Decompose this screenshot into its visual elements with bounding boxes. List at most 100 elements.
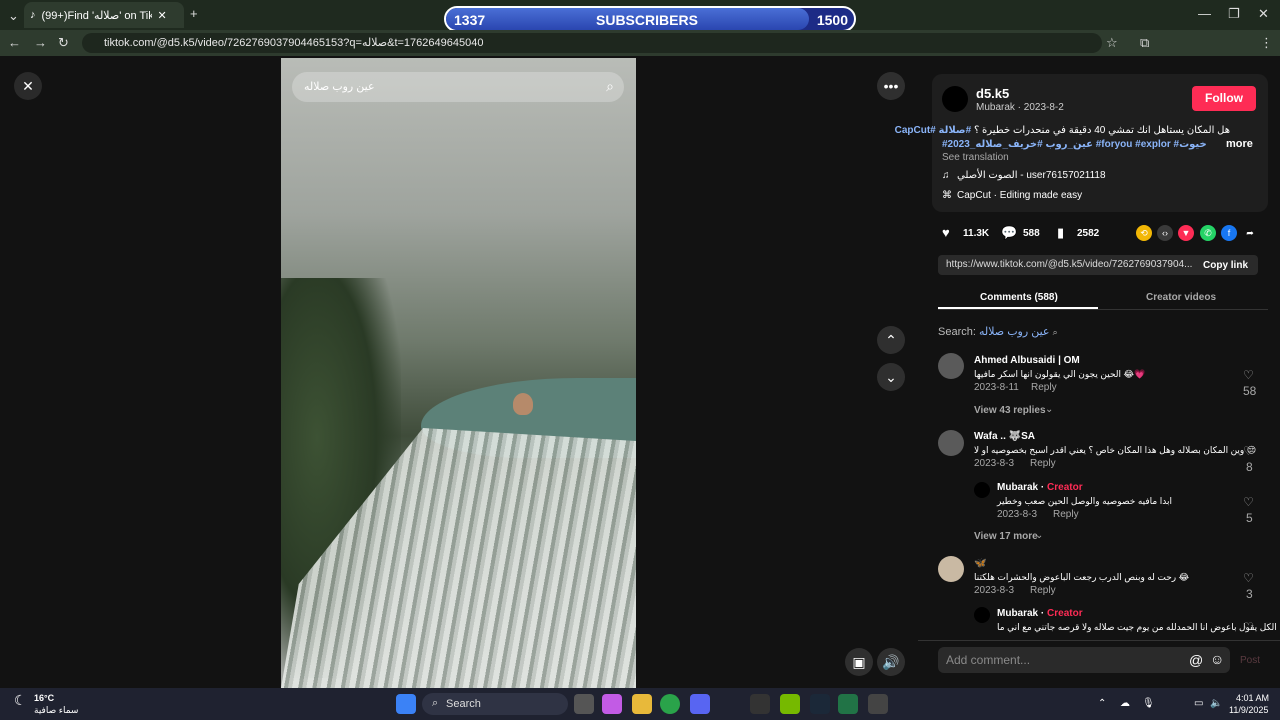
music-label[interactable]: الصوت الأصلي - user76157021118 xyxy=(957,170,1106,181)
tab-comments[interactable]: Comments (588) xyxy=(980,292,1058,303)
close-window-icon[interactable]: ✕ xyxy=(1258,6,1269,22)
obs-icon[interactable] xyxy=(868,694,888,714)
subscriber-label: SUBSCRIBERS xyxy=(596,12,698,28)
send-to-friends-icon[interactable]: ▼ xyxy=(1178,225,1194,241)
file-explorer-icon[interactable] xyxy=(632,694,652,714)
comment-author[interactable]: 🦋 xyxy=(974,558,986,569)
comment-like-icon[interactable]: ♡ xyxy=(1243,571,1254,585)
avatar[interactable] xyxy=(938,353,964,379)
taskbar-search[interactable]: ⌕ Search xyxy=(422,693,568,715)
caption-hashtags[interactable]: #صلالة #CapCut xyxy=(895,125,972,136)
comment-text: وين المكان بصلاله وهل هذا المكان خاص ؟ ي… xyxy=(974,445,1257,455)
avatar[interactable] xyxy=(942,86,968,112)
bookmark-icon[interactable]: ▮ xyxy=(1057,225,1064,241)
reply-button[interactable]: Reply xyxy=(1030,585,1056,596)
emoji-icon[interactable]: ☺ xyxy=(1210,651,1224,667)
video-player[interactable] xyxy=(281,58,636,688)
comment-author[interactable]: Wafa .. 🐺SA xyxy=(974,431,1035,442)
repost-icon[interactable]: ⟲ xyxy=(1136,225,1152,241)
caption-more-link[interactable]: more xyxy=(1226,138,1253,150)
chrome-icon[interactable] xyxy=(660,694,680,714)
creator-badge: Creator xyxy=(1047,608,1083,619)
next-video-icon[interactable]: ⌄ xyxy=(877,363,905,391)
reply-author[interactable]: Mubarak · Creator xyxy=(997,608,1083,619)
caption-line1: هل المكان يستاهل انك تمشي 40 دقيقة في من… xyxy=(895,125,1230,136)
avatar[interactable] xyxy=(974,482,990,498)
avatar[interactable] xyxy=(938,430,964,456)
avatar[interactable] xyxy=(938,556,964,582)
search-icon[interactable]: ⌕ xyxy=(606,78,614,95)
copy-link-button[interactable]: Copy link xyxy=(1203,260,1248,271)
nvidia-icon[interactable] xyxy=(780,694,800,714)
clock-date[interactable]: 11/9/2025 xyxy=(1229,705,1268,715)
picture-in-picture-icon[interactable]: ▣ xyxy=(845,648,873,676)
weather-icon[interactable]: ☾ xyxy=(14,692,27,709)
tab-list-icon[interactable]: ⌄ xyxy=(8,8,19,24)
microphone-icon[interactable]: 🎙 xyxy=(1142,698,1155,709)
share-link-url[interactable]: https://www.tiktok.com/@d5.k5/video/7262… xyxy=(946,259,1192,270)
reply-button[interactable]: Reply xyxy=(1053,509,1079,520)
copilot-icon[interactable] xyxy=(602,694,622,714)
maximize-icon[interactable]: ❐ xyxy=(1228,6,1240,22)
comment-like-icon[interactable]: ♡ xyxy=(1243,495,1254,509)
new-tab-icon[interactable]: + xyxy=(190,6,198,21)
close-tab-icon[interactable]: ✕ xyxy=(158,9,167,22)
follow-button[interactable]: Follow xyxy=(1192,86,1256,111)
comment-like-count: 58 xyxy=(1243,384,1257,398)
excel-icon[interactable] xyxy=(838,694,858,714)
reply-button[interactable]: Reply xyxy=(1030,458,1056,469)
comment-input[interactable]: Add comment... xyxy=(938,647,1230,673)
view-replies-button[interactable]: View 43 replies xyxy=(974,405,1046,416)
avatar[interactable] xyxy=(974,607,990,623)
reply-author[interactable]: Mubarak · Creator xyxy=(997,482,1083,493)
tab-creator-videos[interactable]: Creator videos xyxy=(1146,292,1216,303)
clock-time[interactable]: 4:01 AM xyxy=(1236,693,1269,703)
capcut-label[interactable]: CapCut · Editing made easy xyxy=(957,190,1082,201)
more-options-icon[interactable]: ••• xyxy=(877,72,905,100)
caption-hashtags-line2[interactable]: #2023_عين_روب #خريف_صلاله #foryou #explo… xyxy=(942,139,1206,150)
windows-start-icon[interactable] xyxy=(396,694,416,714)
username[interactable]: d5.k5 xyxy=(976,86,1009,101)
mention-icon[interactable]: @ xyxy=(1189,652,1203,668)
minimize-icon[interactable]: — xyxy=(1198,6,1211,21)
comment-author[interactable]: Ahmed Albusaidi | OM xyxy=(974,355,1080,366)
extensions-icon[interactable]: ⧉ xyxy=(1140,35,1149,51)
search-hint-query[interactable]: عين روب صلاله xyxy=(979,326,1050,338)
embed-icon[interactable]: ‹› xyxy=(1157,225,1173,241)
volume-icon[interactable]: 🔊 xyxy=(877,648,905,676)
forward-icon[interactable]: → xyxy=(34,35,47,50)
view-more-replies-button[interactable]: View 17 more xyxy=(974,531,1038,542)
network-icon[interactable]: ▭ xyxy=(1194,698,1203,709)
show-hidden-icons-icon[interactable]: ⌃ xyxy=(1098,698,1106,709)
task-view-icon[interactable] xyxy=(574,694,594,714)
comment-like-icon[interactable]: ♡ xyxy=(1243,368,1254,382)
cloud-icon[interactable]: ☁ xyxy=(1120,698,1130,709)
previous-video-icon[interactable]: ⌃ xyxy=(877,326,905,354)
menu-dots-icon[interactable]: ⋮ xyxy=(1260,35,1273,51)
whatsapp-icon[interactable]: ✆ xyxy=(1200,225,1216,241)
comment-like-icon[interactable]: ♡ xyxy=(1243,444,1254,458)
comment-like-icon[interactable]: ♡ xyxy=(1243,620,1254,634)
facebook-icon[interactable]: f xyxy=(1221,225,1237,241)
browser-tab[interactable]: ♪ (99+)Find 'صلاله' on TikTok: ✕ xyxy=(24,2,184,28)
share-icon[interactable]: ➦ xyxy=(1242,225,1258,241)
bookmark-star-icon[interactable]: ☆ xyxy=(1106,35,1118,51)
back-icon[interactable]: ← xyxy=(8,35,21,50)
close-video-icon[interactable]: ✕ xyxy=(14,72,42,100)
caption-text: هل المكان يستاهل انك تمشي 40 دقيقة في من… xyxy=(973,125,1230,136)
heart-icon[interactable]: ♥ xyxy=(942,225,950,240)
post-comment-button[interactable]: Post xyxy=(1240,655,1260,666)
app-icon[interactable] xyxy=(750,694,770,714)
subscriber-progress-bar: 1337 SUBSCRIBERS 1500 xyxy=(444,6,856,32)
steam-icon[interactable] xyxy=(810,694,830,714)
comment-icon[interactable]: 💬 xyxy=(1001,225,1017,241)
discord-icon[interactable] xyxy=(690,694,710,714)
reload-icon[interactable]: ↻ xyxy=(58,35,69,51)
see-translation-link[interactable]: See translation xyxy=(942,152,1009,163)
speaker-icon[interactable]: 🔈 xyxy=(1210,698,1222,709)
video-search-bar[interactable]: عين روب صلاله ⌕ xyxy=(292,72,624,102)
search-hint-label: Search: xyxy=(938,326,976,338)
search-hint[interactable]: Search: عين روب صلاله ⌕ xyxy=(938,325,1058,338)
address-bar[interactable]: tiktok.com/@d5.k5/video/7262769037904465… xyxy=(82,33,1102,53)
reply-button[interactable]: Reply xyxy=(1031,382,1057,393)
